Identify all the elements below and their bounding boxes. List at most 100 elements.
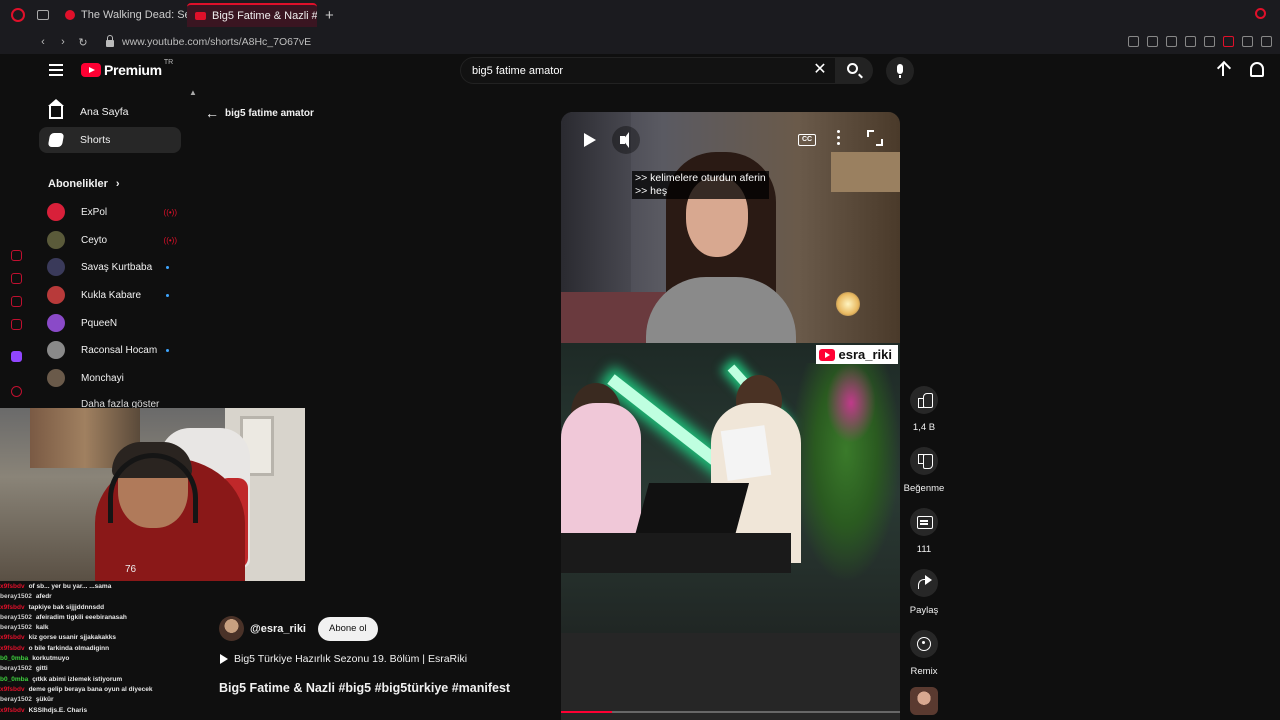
youtube-logo-icon	[818, 348, 835, 361]
profile-icon[interactable]	[1242, 36, 1253, 47]
share-action[interactable]: Paylaş	[902, 569, 946, 616]
tab-walking-dead[interactable]: The Walking Dead: Season	[57, 3, 187, 27]
search-input[interactable]: big5 fatime amator	[460, 57, 838, 84]
player-icon[interactable]	[1185, 36, 1196, 47]
chat-text: afedr	[35, 593, 52, 601]
rail-instagram-icon[interactable]	[11, 319, 22, 330]
watermark-text: esra_riki	[838, 347, 893, 362]
sidebar-sub-monchayi[interactable]: Monchayi	[47, 368, 187, 388]
lock-icon	[106, 34, 114, 47]
chat-text: çıtkk abimi izlemek istiyorum	[32, 675, 123, 683]
sidebar-item-shorts[interactable]: Shorts	[39, 127, 181, 153]
channel-avatar[interactable]	[219, 616, 244, 641]
chat-text: kiz gorse usanir sjjakakakks	[28, 634, 117, 642]
url-field[interactable]: www.youtube.com/shorts/A8Hc_7O67vE	[122, 36, 311, 48]
video-progress-fill	[561, 711, 612, 713]
volume-icon[interactable]	[612, 126, 640, 154]
sound-thumbnail[interactable]	[910, 687, 938, 715]
thumbs-up-icon	[910, 386, 938, 414]
sidebar-sub-savas-kurtbaba[interactable]: Savaş Kurtbaba	[47, 257, 187, 277]
avatar	[47, 231, 65, 249]
reload-icon[interactable]: ↻	[76, 36, 90, 49]
back-to-search[interactable]: ← big5 fatime amator	[205, 105, 314, 121]
playlist-link[interactable]: Big5 Türkiye Hazırlık Sezonu 19. Bölüm |…	[220, 653, 467, 665]
sidebar-sub-expol[interactable]: ExPol ((•))	[47, 202, 187, 222]
rail-player-icon[interactable]	[11, 386, 22, 397]
fullscreen-icon[interactable]	[867, 130, 883, 146]
share-icon	[910, 569, 938, 597]
voice-search-mic-icon[interactable]	[886, 57, 914, 85]
captions-button[interactable]: CC	[796, 127, 818, 153]
video-progress-bar[interactable]	[561, 711, 900, 713]
youtube-favicon-icon	[195, 12, 206, 20]
chat-username: x9fsbdv	[0, 644, 25, 652]
upload-icon[interactable]	[1216, 62, 1230, 78]
sidebar-item-label: Shorts	[80, 134, 111, 146]
sidebar-sub-ceyto[interactable]: Ceyto ((•))	[47, 230, 187, 250]
chat-text: deme gelip beraya bana oyun al diyecek	[28, 685, 153, 693]
chat-username: x9fsbdv	[0, 685, 25, 693]
back-arrow-icon[interactable]: ‹	[36, 36, 50, 48]
new-tab-plus-icon[interactable]: +	[325, 7, 334, 24]
new-content-dot-icon	[166, 265, 169, 269]
heart-icon[interactable]	[1204, 36, 1215, 47]
rail-messenger-icon[interactable]	[11, 273, 22, 284]
more-options-icon[interactable]	[835, 127, 843, 153]
opera-logo-icon[interactable]	[11, 8, 25, 22]
thumbs-down-icon	[910, 447, 938, 475]
tab-search-icon[interactable]	[1255, 8, 1266, 19]
comment-count: 111	[916, 544, 932, 555]
channel-handle[interactable]: @esra_riki	[250, 623, 306, 635]
avatar	[47, 369, 65, 387]
chat-message: x9fsbdv of sb... yer bu yar... ...sama	[0, 582, 200, 592]
tab-favicon-icon	[65, 10, 75, 20]
workspace-icon[interactable]	[37, 10, 49, 20]
chat-text: kalk	[35, 624, 49, 632]
chat-text: tapkiye bak sijjjddnnsdd	[28, 603, 105, 611]
address-bar: ‹ › ↻ www.youtube.com/shorts/A8Hc_7O67vE	[0, 30, 1280, 54]
sidebar-sub-pqueen[interactable]: PqueeN	[47, 313, 187, 333]
streamer-webcam-overlay: 76	[0, 408, 305, 581]
chat-message: beray1502 gitti	[0, 664, 200, 674]
search-button[interactable]	[835, 57, 873, 84]
rail-whatsapp-icon[interactable]	[11, 296, 22, 307]
live-indicator-icon: ((•))	[163, 235, 177, 245]
scene-shelf	[831, 152, 900, 192]
sidebar-sub-kukla-kabare[interactable]: Kukla Kabare	[47, 285, 187, 305]
snapshot-icon[interactable]	[1147, 36, 1158, 47]
sub-name: PqueeN	[81, 317, 118, 329]
sidebar-item-home[interactable]: Ana Sayfa	[39, 99, 181, 125]
download-icon[interactable]	[1261, 36, 1272, 47]
video-top-scene: >> kelimelere oturdun aferin >> heş	[561, 112, 900, 347]
dislike-action[interactable]: Beğenme	[902, 447, 946, 494]
remix-action[interactable]: Remix	[902, 630, 946, 677]
caption-line: >> kelimelere oturdun aferin	[635, 172, 766, 184]
forward-arrow-icon[interactable]: ›	[56, 36, 70, 48]
sub-name: Savaş Kurtbaba	[81, 261, 153, 273]
arrow-left-icon: ←	[205, 105, 219, 121]
clear-search-icon[interactable]: ✕	[812, 62, 828, 78]
play-button-icon[interactable]	[575, 126, 603, 154]
subscriptions-heading[interactable]: Abonelikler ›	[48, 178, 120, 190]
vpn-icon[interactable]	[1166, 36, 1177, 47]
shorts-icon	[47, 133, 65, 147]
like-count: 1,4 B	[912, 422, 936, 433]
youtube-premium-logo[interactable]: Premium TR	[81, 59, 173, 78]
rail-twitch-icon[interactable]	[11, 351, 22, 362]
like-action[interactable]: 1,4 B	[902, 386, 946, 433]
notifications-bell-icon[interactable]	[1250, 62, 1264, 77]
avatar	[47, 341, 65, 359]
sidebar-sub-raconsal-hocam[interactable]: Raconsal Hocam	[47, 340, 187, 360]
tab-label: Big5 Fatime & Nazli #big5	[212, 10, 317, 22]
comments-action[interactable]: 111	[902, 508, 946, 555]
scene-lamp	[836, 292, 860, 316]
rail-history-icon[interactable]	[11, 250, 22, 261]
sidebar-scroll-up-icon[interactable]: ▲	[189, 88, 197, 97]
short-video-player[interactable]: >> kelimelere oturdun aferin >> heş esra…	[561, 112, 900, 720]
menu-hamburger-icon[interactable]	[49, 64, 63, 76]
pin-icon[interactable]	[1128, 36, 1139, 47]
playlist-play-icon	[220, 654, 228, 664]
subscribe-button[interactable]: Abone ol	[318, 616, 378, 641]
chat-message: x9fsbdv deme gelip beraya bana oyun al di…	[0, 685, 200, 695]
tab-big5-short[interactable]: Big5 Fatime & Nazli #big5	[187, 3, 317, 27]
